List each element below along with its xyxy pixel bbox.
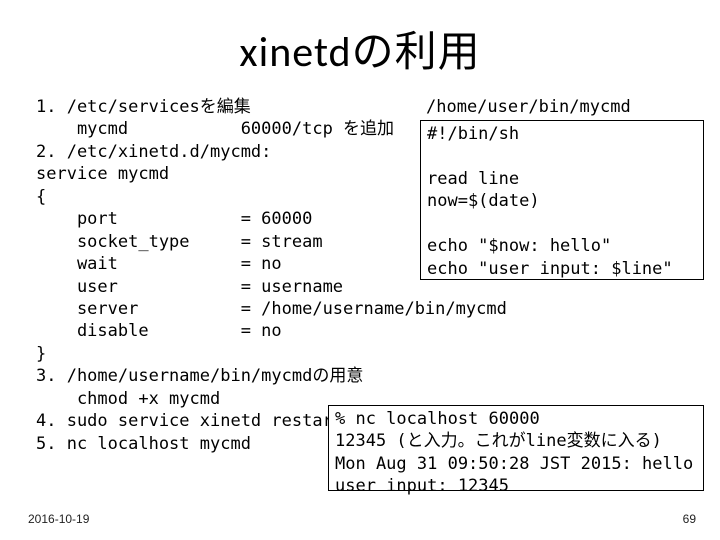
script-body-box: #!/bin/sh read line now=$(date) echo "$n… bbox=[420, 120, 704, 280]
page-number: 69 bbox=[683, 512, 696, 526]
terminal-output-box: % nc localhost 60000 12345 (と入力。これがline変… bbox=[328, 405, 704, 491]
page-title: xinetdの利用 bbox=[0, 18, 720, 79]
slide: xinetdの利用 1. /etc/servicesを編集 mycmd 6000… bbox=[0, 0, 720, 540]
script-path-label: /home/user/bin/mycmd bbox=[420, 96, 690, 118]
footer-date: 2016-10-19 bbox=[28, 512, 89, 526]
